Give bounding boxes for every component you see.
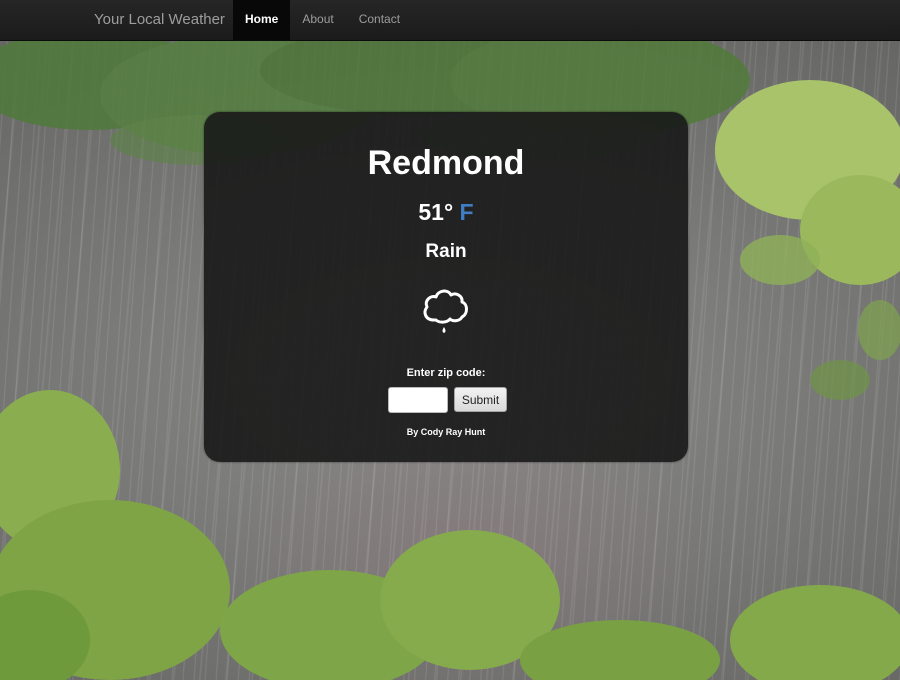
nav-menu: Home About Contact (233, 0, 412, 40)
city-name: Redmond (367, 144, 525, 182)
weather-card: Redmond 51° F Rain Enter zip code: Submi… (204, 112, 688, 462)
weather-condition: Rain (425, 241, 467, 262)
temperature-display: 51° F (204, 198, 688, 226)
nav-item-contact: Contact (347, 0, 412, 40)
rain-cloud-icon (423, 289, 468, 333)
author-credit: By Cody Ray Hunt (406, 427, 486, 437)
nav-link-contact[interactable]: Contact (347, 0, 412, 40)
zip-code-label: Enter zip code: (406, 367, 486, 379)
brand-link[interactable]: Your Local Weather (94, 0, 225, 40)
navbar: Your Local Weather Home About Contact (0, 0, 900, 41)
submit-button[interactable]: Submit (454, 387, 507, 412)
leaves-bottom (220, 530, 900, 680)
nav-item-about: About (290, 0, 346, 40)
nav-link-about[interactable]: About (290, 0, 346, 40)
temperature-value: 51° (418, 199, 454, 225)
temperature-unit-toggle[interactable]: F (460, 199, 474, 225)
leaves-right (715, 80, 900, 400)
leaves-bottom-left (0, 390, 230, 680)
page: Your Local Weather Home About Contact Re… (0, 0, 900, 680)
zip-code-input[interactable] (388, 387, 448, 413)
nav-item-home: Home (233, 0, 291, 40)
nav-link-home[interactable]: Home (233, 0, 291, 40)
